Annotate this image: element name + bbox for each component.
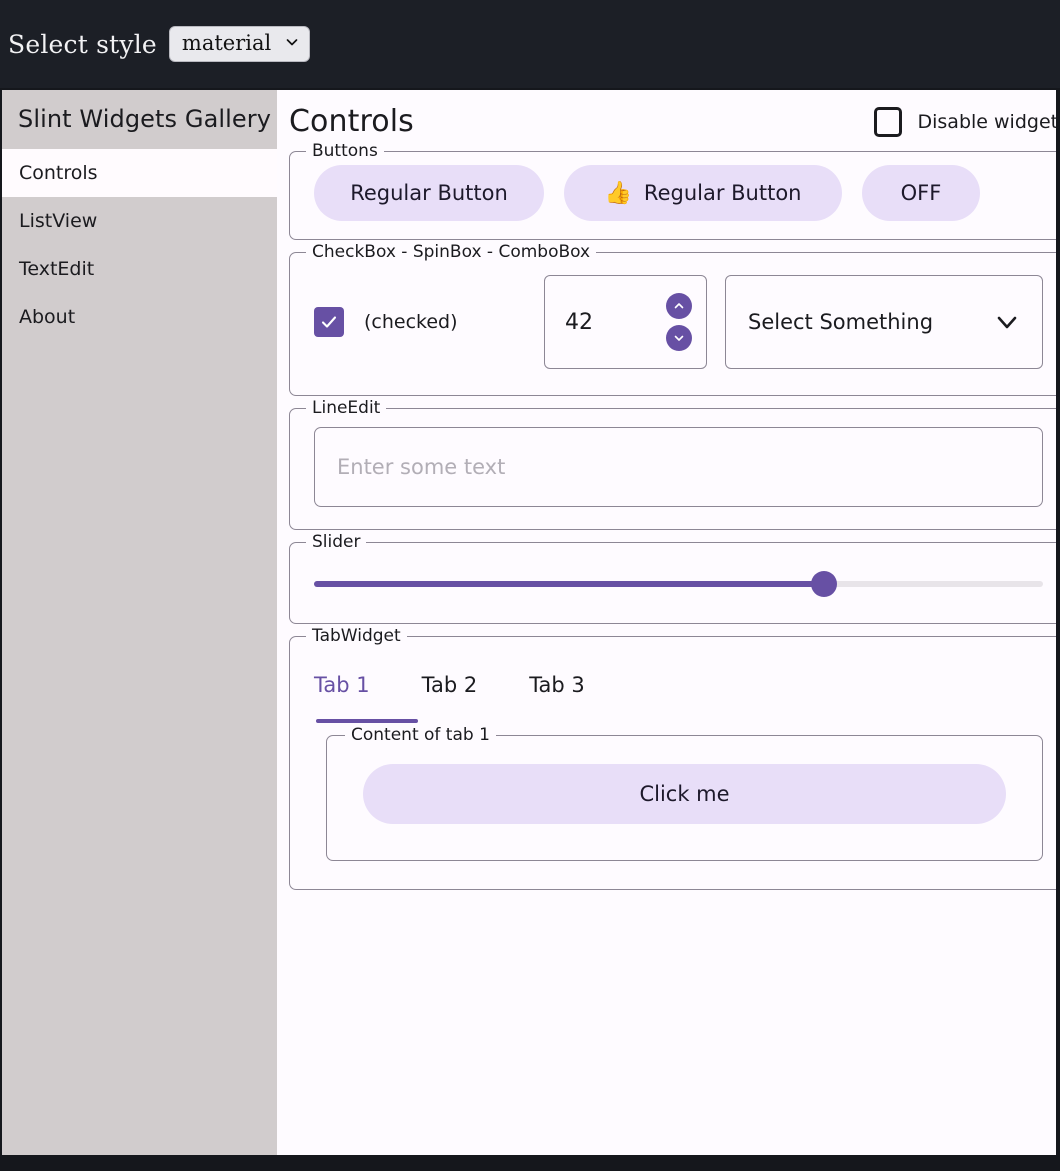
main-content: Controls Disable widgets Buttons Regular… [277,90,1056,1155]
tab-content-panel: Content of tab 1 Click me [326,735,1043,861]
slider-group: Slider [289,542,1056,624]
disable-widgets-control: Disable widgets [874,107,1057,137]
gallery-window: Slint Widgets Gallery Controls ListView … [2,90,1056,1155]
slider-row [290,543,1056,623]
sidebar-item-listview[interactable]: ListView [2,197,277,245]
chevron-up-icon[interactable] [666,293,692,319]
button-label: OFF [901,181,942,205]
lineedit-placeholder: Enter some text [337,455,505,479]
sidebar-item-label: TextEdit [19,258,94,280]
lineedit-group: LineEdit Enter some text [289,408,1056,530]
slider-thumb[interactable] [811,571,837,597]
tab-label: Tab 2 [422,673,478,697]
tab-2[interactable]: Tab 2 [422,673,502,697]
lineedit-group-legend: LineEdit [306,398,386,418]
sidebar-item-label: About [19,306,75,328]
regular-button-1[interactable]: Regular Button [314,165,544,221]
checkbox-spinbox-combobox-row: (checked) 42 Select Something [290,253,1056,395]
tab-label: Tab 3 [529,673,585,697]
chevron-down-icon [994,309,1020,335]
sidebar-item-textedit[interactable]: TextEdit [2,245,277,293]
page-header: Controls Disable widgets [289,90,1056,151]
spinbox-buttons [666,293,692,351]
buttons-group-legend: Buttons [306,141,384,161]
checkbox-spinbox-combobox-group: CheckBox - SpinBox - ComboBox (checked) … [289,252,1056,396]
spinbox-value: 42 [565,310,666,335]
tabwidget-group-legend: TabWidget [306,626,407,646]
style-selector-bar: Select style material [0,0,1060,88]
checkbox-label: (checked) [364,311,458,333]
sidebar-item-label: ListView [19,210,97,232]
tab-1[interactable]: Tab 1 [314,673,394,697]
thumbs-up-icon: 👍 [605,181,632,206]
checkbox-spinbox-combobox-legend: CheckBox - SpinBox - ComboBox [306,242,596,262]
slider[interactable] [314,571,1043,597]
tab-label: Tab 1 [314,673,370,697]
regular-button-with-icon[interactable]: 👍 Regular Button [564,165,842,221]
sidebar-item-label: Controls [19,162,98,184]
tab-bar: Tab 1 Tab 2 Tab 3 [290,637,1056,697]
disable-widgets-label: Disable widgets [918,111,1057,133]
active-tab-indicator [316,719,418,723]
style-select-dropdown[interactable]: material [169,26,310,62]
sidebar: Slint Widgets Gallery Controls ListView … [2,90,277,1155]
button-label: Regular Button [644,181,802,205]
combobox-value: Select Something [748,310,994,334]
checkbox-empty-icon[interactable] [874,107,902,137]
button-label: Click me [639,782,729,806]
combobox[interactable]: Select Something [725,275,1043,369]
checked-checkbox-control: (checked) [314,307,544,337]
click-me-button[interactable]: Click me [363,764,1006,824]
page-title: Controls [289,104,414,139]
sidebar-item-about[interactable]: About [2,293,277,341]
buttons-row: Regular Button 👍 Regular Button OFF [290,152,1056,239]
tab-3[interactable]: Tab 3 [529,673,609,697]
chevron-down-icon [285,35,299,49]
tabwidget-group: TabWidget Tab 1 Tab 2 Tab 3 Content of t… [289,636,1056,890]
lineedit-input[interactable]: Enter some text [314,427,1043,507]
sidebar-item-controls[interactable]: Controls [2,149,277,197]
select-style-label: Select style [8,30,157,59]
button-label: Regular Button [350,181,508,205]
tab-content-legend: Content of tab 1 [345,725,496,745]
checkbox-checked-icon[interactable] [314,307,344,337]
spinbox[interactable]: 42 [544,275,707,369]
slider-fill [314,581,824,587]
chevron-down-icon[interactable] [666,325,692,351]
slider-group-legend: Slider [306,532,366,552]
buttons-group: Buttons Regular Button 👍 Regular Button … [289,151,1056,240]
app-title: Slint Widgets Gallery [2,90,277,149]
style-select-value: material [182,33,271,54]
toggle-button-off[interactable]: OFF [862,165,980,221]
